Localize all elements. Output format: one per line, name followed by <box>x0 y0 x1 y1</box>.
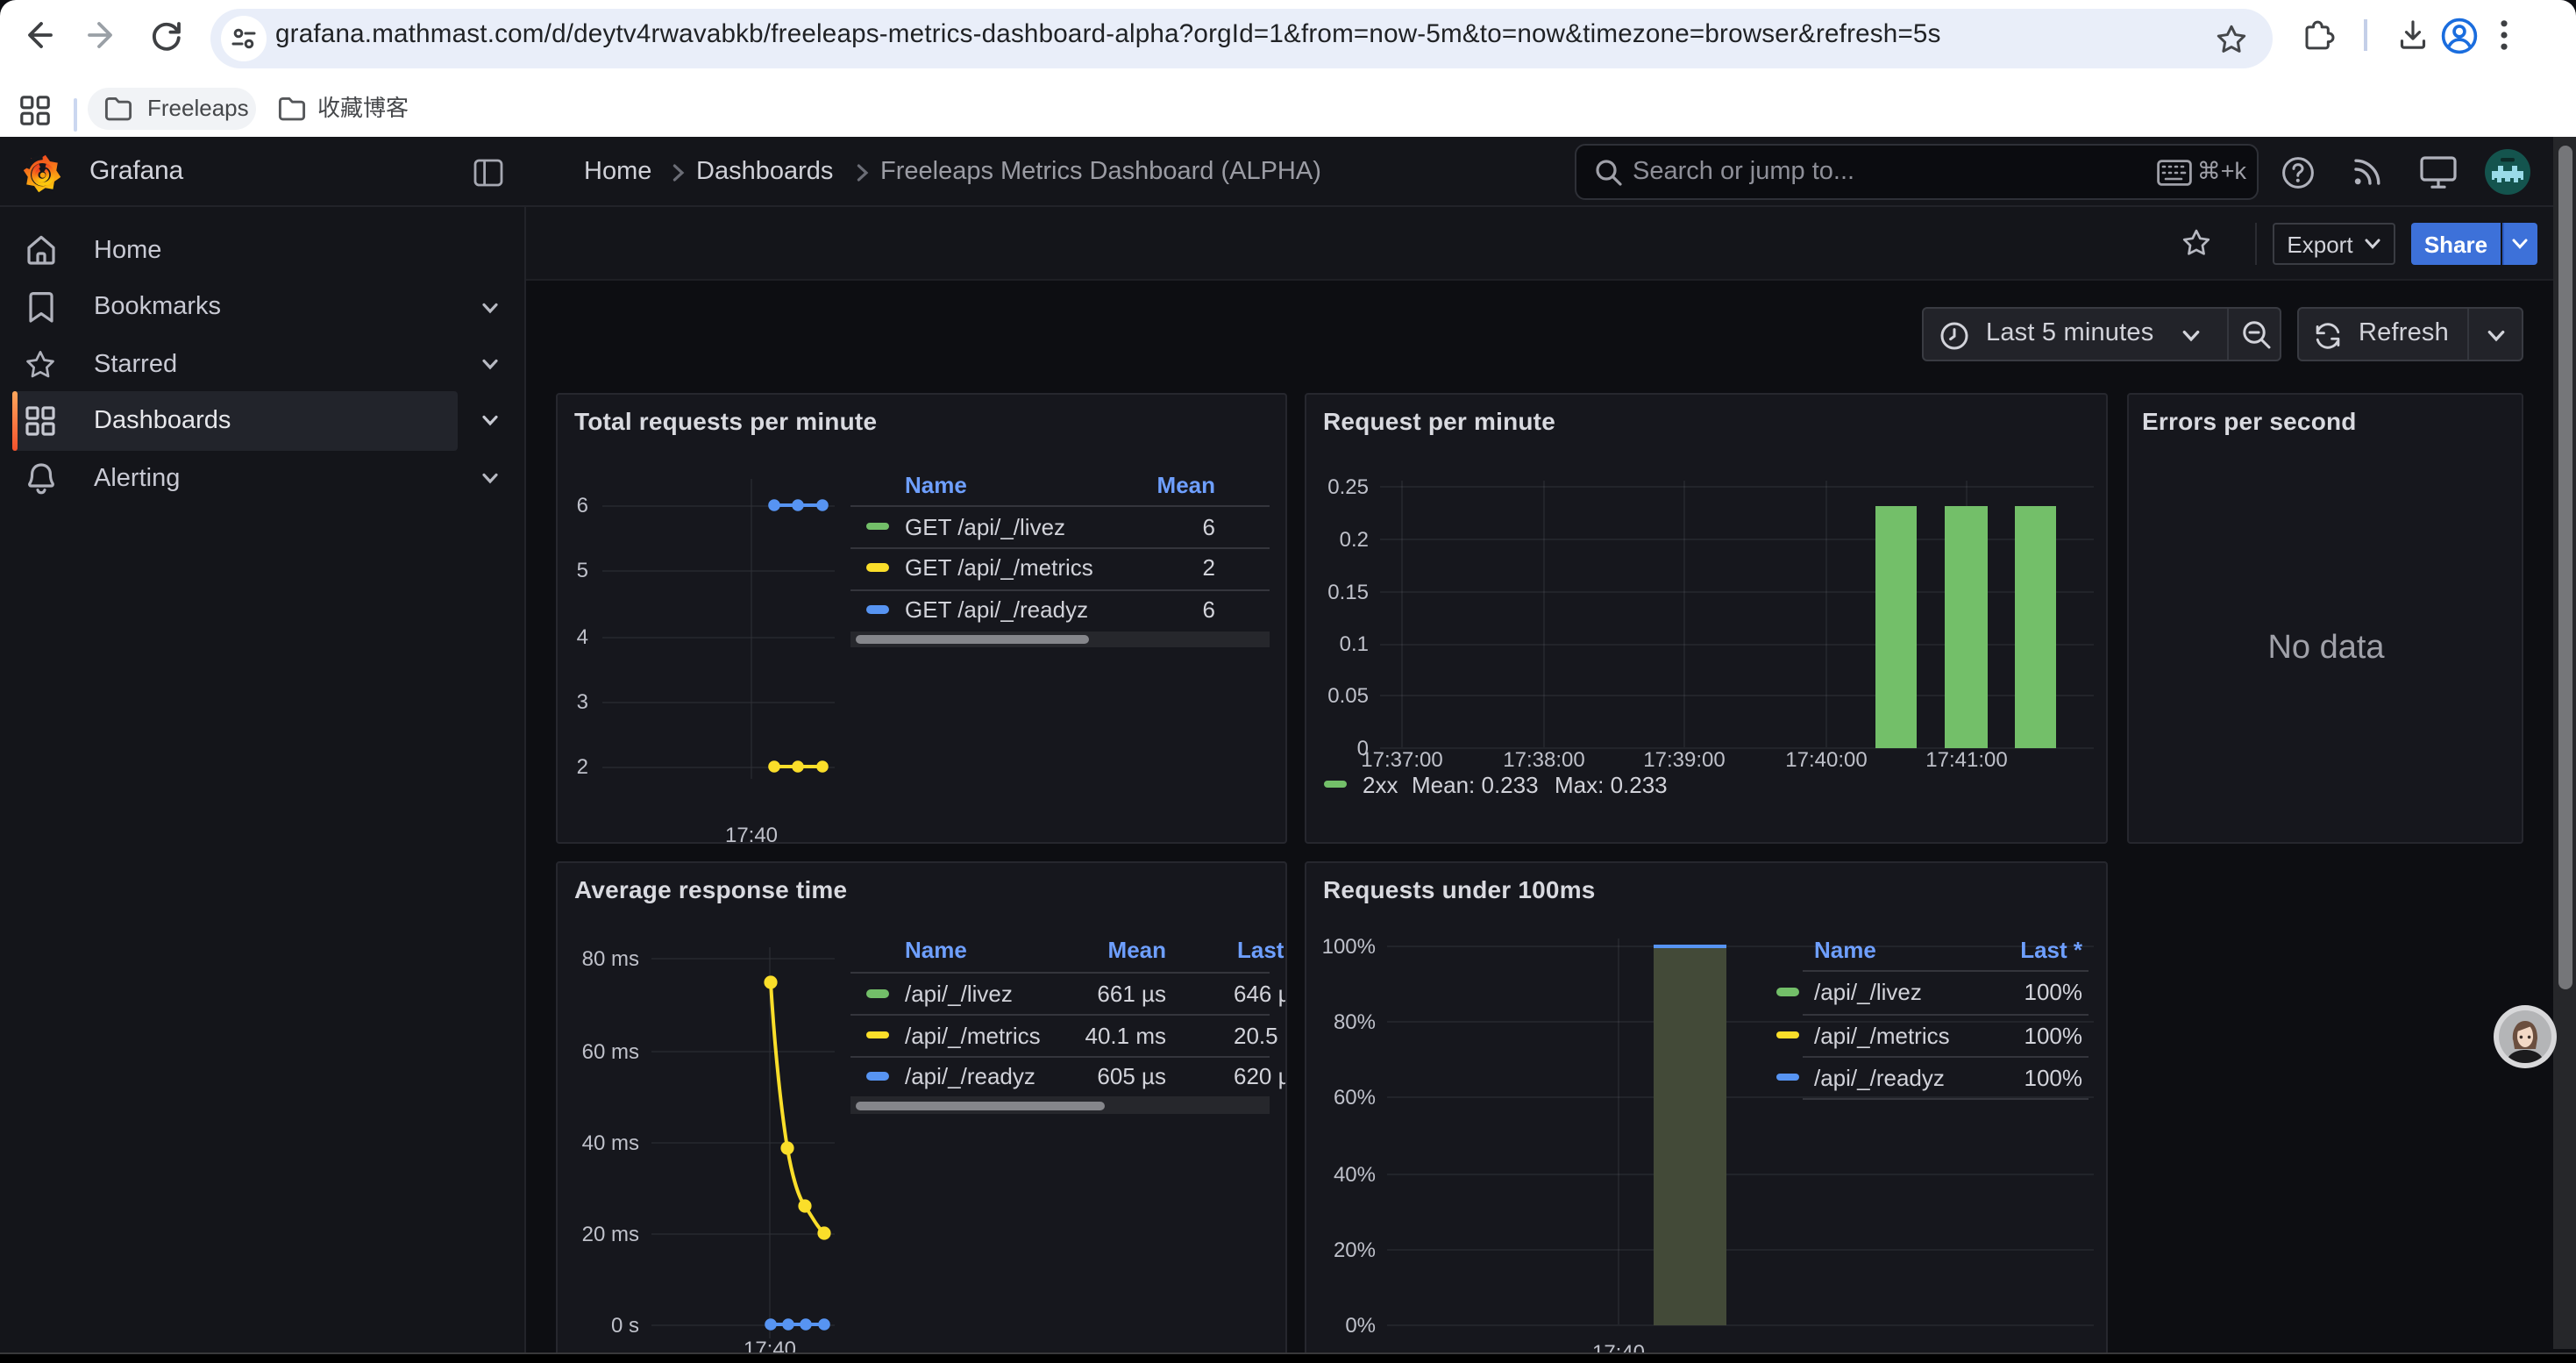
svg-text:60 ms: 60 ms <box>581 1039 638 1063</box>
svg-text:17:39:00: 17:39:00 <box>1642 747 1724 771</box>
svg-text:20 ms: 20 ms <box>581 1222 638 1245</box>
svg-text:4: 4 <box>576 624 587 648</box>
svg-text:0.2: 0.2 <box>1339 527 1368 551</box>
svg-text:0.1: 0.1 <box>1339 632 1368 655</box>
svg-text:6: 6 <box>576 493 587 517</box>
svg-text:20%: 20% <box>1333 1238 1375 1261</box>
svg-text:0.25: 0.25 <box>1327 475 1368 498</box>
svg-text:80%: 80% <box>1333 1010 1375 1033</box>
svg-text:5: 5 <box>576 558 587 582</box>
svg-text:17:37:00: 17:37:00 <box>1360 747 1441 771</box>
svg-text:17:41:00: 17:41:00 <box>1925 747 2006 771</box>
svg-text:2: 2 <box>576 754 587 778</box>
svg-text:17:40:00: 17:40:00 <box>1784 747 1866 771</box>
svg-text:80 ms: 80 ms <box>581 946 638 970</box>
svg-text:17:38:00: 17:38:00 <box>1502 747 1583 771</box>
svg-text:60%: 60% <box>1333 1085 1375 1109</box>
svg-text:0 s: 0 s <box>610 1313 638 1337</box>
svg-text:40 ms: 40 ms <box>581 1131 638 1154</box>
svg-text:40%: 40% <box>1333 1162 1375 1186</box>
svg-text:0.05: 0.05 <box>1327 683 1368 707</box>
svg-text:3: 3 <box>576 689 587 713</box>
svg-text:0.15: 0.15 <box>1327 580 1368 603</box>
svg-text:17:40: 17:40 <box>724 823 777 843</box>
svg-text:100%: 100% <box>1321 934 1375 958</box>
svg-text:0%: 0% <box>1344 1313 1375 1337</box>
